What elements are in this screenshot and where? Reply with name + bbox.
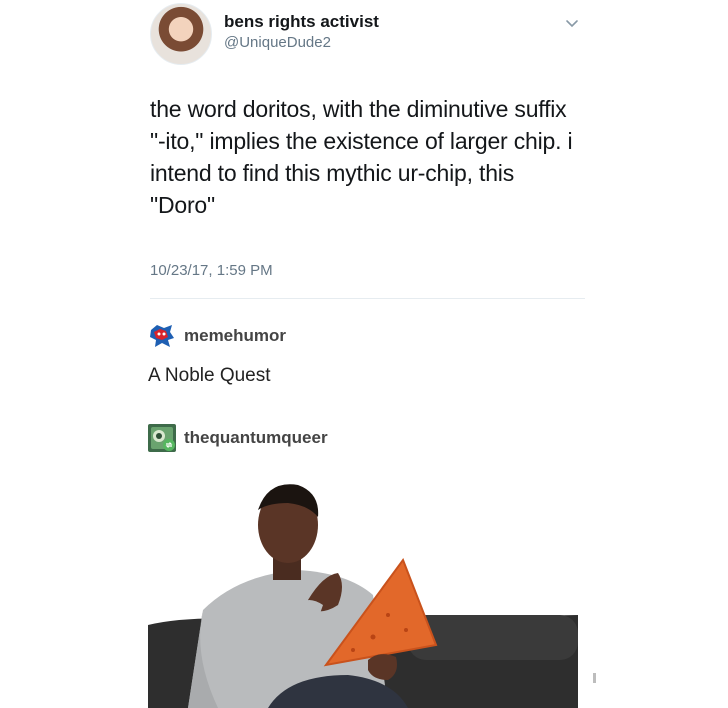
tweet-timestamp[interactable]: 10/23/17, 1:59 PM [150, 262, 273, 279]
tweet-handle[interactable]: @UniqueDude2 [224, 34, 331, 51]
scrollbar-thumb[interactable] [593, 673, 596, 683]
tweet-divider [150, 298, 585, 299]
tweet-avatar[interactable] [150, 3, 212, 65]
man-with-giant-chip-image [148, 484, 578, 708]
reblog-username[interactable]: thequantumqueer [184, 428, 328, 448]
thequantumqueer-avatar[interactable] [148, 424, 176, 452]
tweet-display-name[interactable]: bens rights activist [224, 12, 379, 32]
reblog-icon [163, 439, 175, 451]
memehumor-avatar[interactable] [148, 322, 176, 350]
tweet-text: the word doritos, with the diminutive su… [150, 96, 573, 218]
reblog-text: A Noble Quest [148, 365, 271, 386]
reblog-username[interactable]: memehumor [184, 326, 286, 346]
reblog-header-thequantumqueer: thequantumqueer [148, 424, 328, 452]
reblog-photo [148, 465, 578, 708]
chevron-down-icon[interactable] [563, 14, 581, 32]
tweet-card: bens rights activist @UniqueDude2 the wo… [150, 0, 585, 300]
reblog-header-memehumor: memehumor [148, 322, 286, 350]
